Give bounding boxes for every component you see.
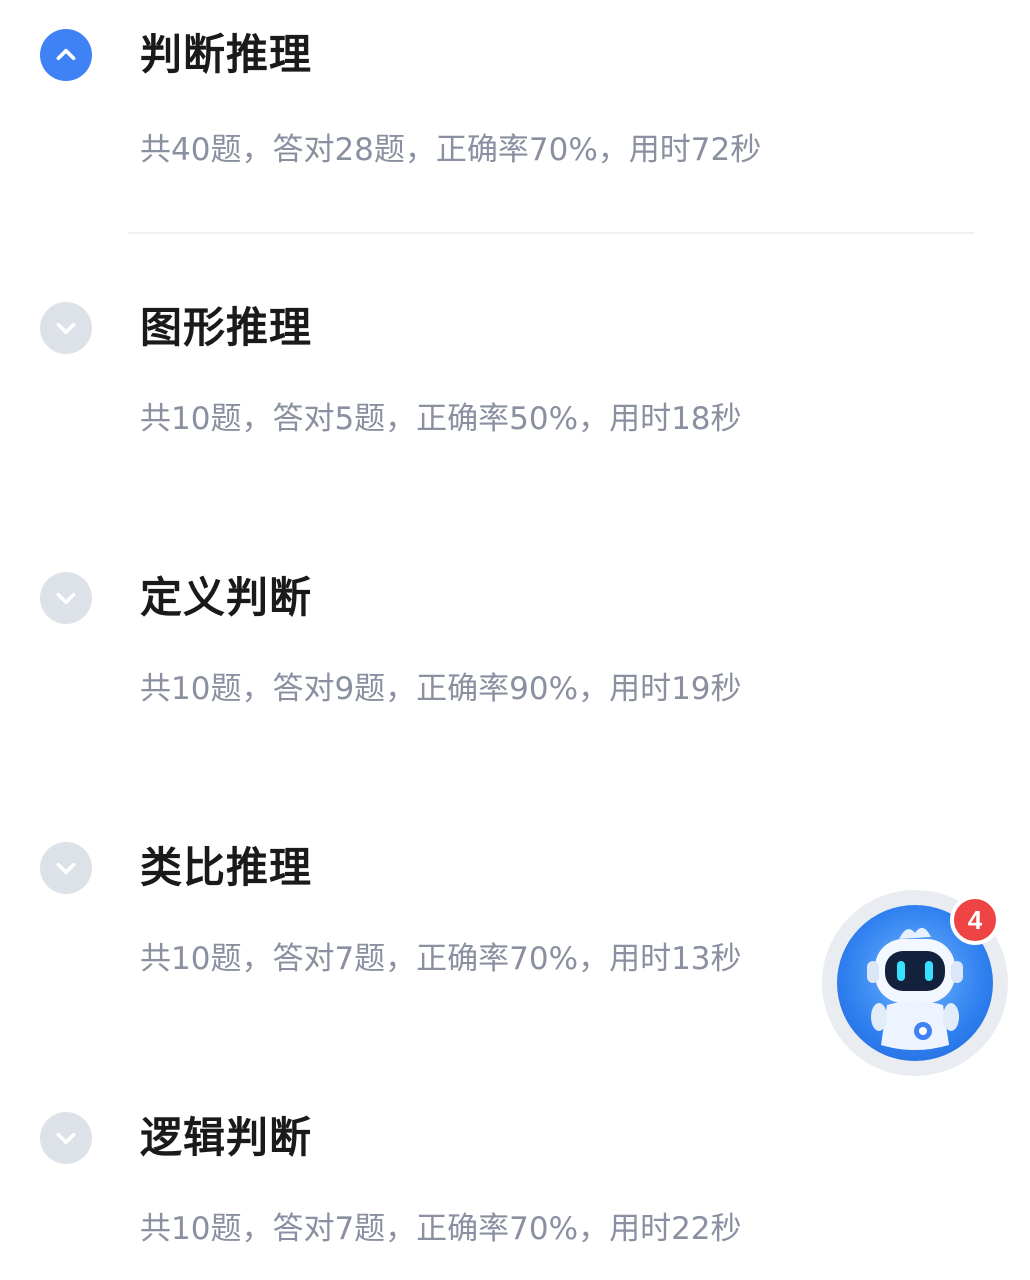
section-title: 类比推理 [140, 843, 313, 892]
notification-badge: 4 [950, 895, 1000, 945]
expand-toggle-button[interactable] [40, 29, 92, 81]
expand-toggle-button[interactable] [40, 302, 92, 354]
section-stats: 共40题，答对28题，正确率70%，用时72秒 [140, 132, 762, 168]
chevron-down-icon [56, 592, 76, 605]
section-title: 逻辑判断 [140, 1113, 313, 1162]
divider [128, 232, 974, 234]
expand-toggle-button[interactable] [40, 572, 92, 624]
section-title: 判断推理 [140, 30, 313, 79]
chevron-down-icon [56, 1132, 76, 1145]
chevron-down-icon [56, 862, 76, 875]
section-title: 图形推理 [140, 303, 313, 352]
chevron-up-icon [56, 48, 76, 61]
chevron-down-icon [56, 322, 76, 335]
section-title: 定义判断 [140, 573, 313, 622]
expand-toggle-button[interactable] [40, 842, 92, 894]
section-stats: 共10题，答对7题，正确率70%，用时22秒 [140, 1211, 742, 1247]
section-stats: 共10题，答对5题，正确率50%，用时18秒 [140, 401, 742, 437]
section-stats: 共10题，答对7题，正确率70%，用时13秒 [140, 941, 742, 977]
practice-report-page: 判断推理 共40题，答对28题，正确率70%，用时72秒 图形推理 共10题，答… [0, 0, 1030, 1280]
expand-toggle-button[interactable] [40, 1112, 92, 1164]
section-stats: 共10题，答对9题，正确率90%，用时19秒 [140, 671, 742, 707]
